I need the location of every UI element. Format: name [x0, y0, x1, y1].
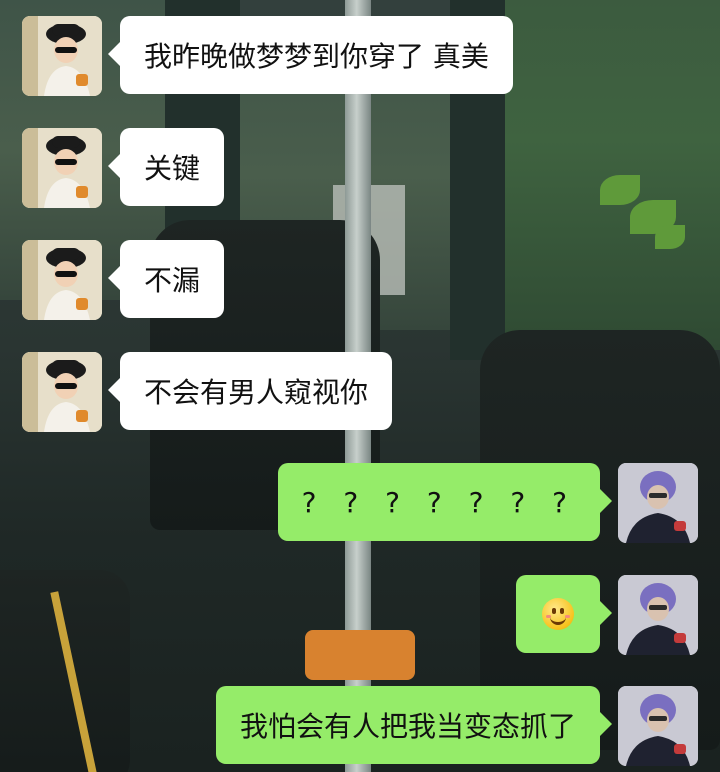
chat-message-outgoing: ? ? ? ? ? ? ? [277, 463, 698, 543]
old-man-purple-hair-icon [618, 463, 698, 543]
message-text: ? ? ? ? ? ? ? [301, 485, 576, 519]
friend-avatar[interactable] [22, 16, 102, 96]
bus-seat [0, 570, 130, 772]
girl-with-hat-icon [22, 16, 102, 96]
friend-avatar[interactable] [22, 352, 102, 432]
old-man-purple-hair-icon [618, 686, 698, 766]
my-avatar[interactable] [618, 463, 698, 543]
message-bubble[interactable]: 不会有男人窥视你 [107, 352, 393, 430]
orange-seat [305, 630, 415, 680]
friend-avatar[interactable] [22, 128, 102, 208]
girl-with-hat-icon [22, 240, 102, 320]
message-text: 不漏 [144, 264, 201, 297]
message-bubble[interactable]: 不漏 [107, 240, 225, 318]
leaf [655, 225, 685, 249]
girl-with-hat-icon [22, 128, 102, 208]
message-bubble[interactable]: 我昨晚做梦梦到你穿了 真美 [108, 16, 513, 94]
my-avatar[interactable] [618, 575, 698, 655]
chat-message-outgoing: 我怕会有人把我当变态抓了 [215, 686, 698, 766]
smiley-emoji-icon [542, 598, 574, 630]
message-text: 不会有男人窥视你 [144, 376, 369, 409]
my-avatar[interactable] [618, 686, 698, 766]
chat-message-outgoing [516, 575, 698, 655]
girl-with-hat-icon [22, 352, 102, 432]
message-bubble[interactable] [516, 575, 612, 653]
chat-message-incoming: 不会有男人窥视你 [22, 352, 393, 432]
chat-message-incoming: 关键 [22, 128, 225, 208]
message-bubble[interactable]: ? ? ? ? ? ? ? [277, 463, 613, 541]
friend-avatar[interactable] [22, 240, 102, 320]
message-bubble[interactable]: 关键 [107, 128, 225, 206]
message-bubble[interactable]: 我怕会有人把我当变态抓了 [215, 686, 613, 764]
chat-message-incoming: 我昨晚做梦梦到你穿了 真美 [22, 16, 513, 96]
leaf [600, 175, 640, 205]
message-text: 我怕会有人把我当变态抓了 [239, 710, 576, 743]
chat-message-incoming: 不漏 [22, 240, 225, 320]
old-man-purple-hair-icon [618, 575, 698, 655]
message-text: 我昨晚做梦梦到你穿了 真美 [144, 40, 489, 73]
message-text: 关键 [144, 152, 201, 185]
